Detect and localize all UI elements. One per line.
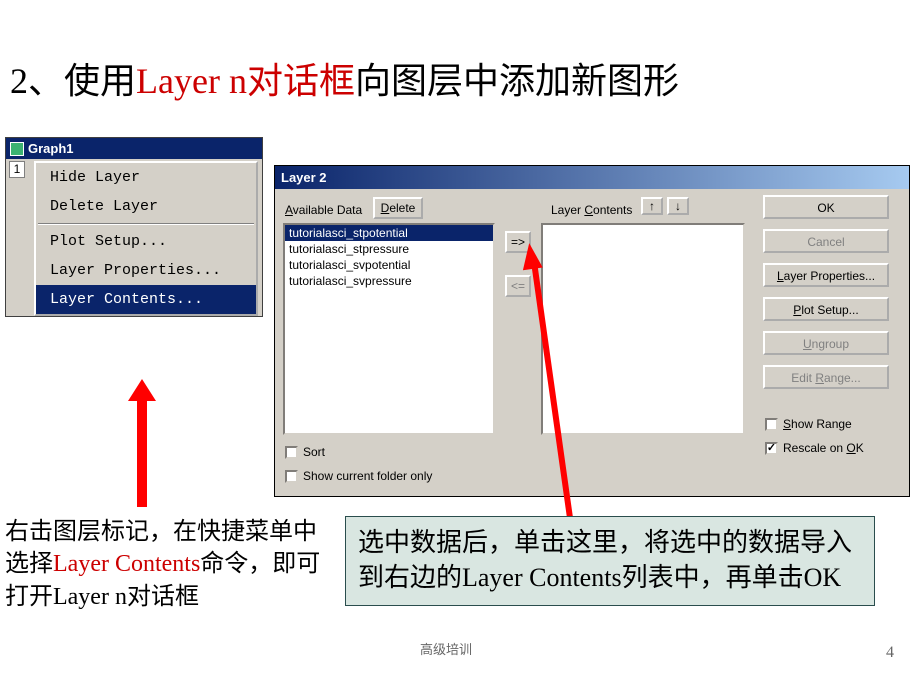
layer-tab[interactable]: 1: [9, 161, 25, 178]
layer-contents-label: Layer Contents: [551, 203, 632, 217]
menu-hide-layer[interactable]: Hide Layer: [36, 163, 256, 192]
show-range-label: Show Range: [783, 417, 852, 431]
title-red2: 对话框: [247, 61, 355, 101]
cancel-button[interactable]: Cancel: [763, 229, 889, 253]
plot-setup-button[interactable]: Plot Setup...: [763, 297, 889, 321]
context-menu: Hide Layer Delete Layer Plot Setup... La…: [34, 161, 258, 316]
sort-label: Sort: [303, 445, 325, 459]
ungroup-button[interactable]: Ungroup: [763, 331, 889, 355]
delete-button[interactable]: Delete: [373, 197, 423, 219]
arrow-up-stem: [137, 399, 147, 507]
move-down-button[interactable]: ↓: [667, 197, 689, 215]
caption-left: 右击图层标记，在快捷菜单中选择Layer Contents命令，即可打开Laye…: [5, 516, 323, 613]
move-up-button[interactable]: ↑: [641, 197, 663, 215]
folder-checkbox-row[interactable]: Show current folder only: [285, 469, 432, 483]
menu-delete-layer[interactable]: Delete Layer: [36, 192, 256, 221]
folder-label: Show current folder only: [303, 469, 432, 483]
footer-label: 高级培训: [420, 639, 472, 658]
ok-button[interactable]: OK: [763, 195, 889, 219]
layer-properties-button[interactable]: Layer Properties...: [763, 263, 889, 287]
available-listbox[interactable]: tutorialasci_stpotential tutorialasci_st…: [283, 223, 495, 435]
graph-title: Graph1: [28, 141, 74, 156]
arrow-up-icon: [128, 379, 156, 401]
folder-checkbox[interactable]: [285, 470, 298, 483]
caption-right: 选中数据后，单击这里，将选中的数据导入到右边的Layer Contents列表中…: [345, 516, 875, 606]
dialog-body: Available Data Delete Layer Contents ↑ ↓…: [275, 189, 909, 495]
list-item[interactable]: tutorialasci_svpressure: [285, 273, 493, 289]
dialog-titlebar: Layer 2: [275, 166, 909, 189]
sort-checkbox-row[interactable]: Sort: [285, 445, 325, 459]
menu-plot-setup[interactable]: Plot Setup...: [36, 227, 256, 256]
list-item[interactable]: tutorialasci_stpotential: [285, 225, 493, 241]
rescale-label: Rescale on OK: [783, 441, 864, 455]
list-item[interactable]: tutorialasci_svpotential: [285, 257, 493, 273]
remove-button[interactable]: <=: [505, 275, 531, 297]
caption-left-red: Layer Contents: [53, 551, 200, 577]
caption-right-text: 选中数据后，单击这里，将选中的数据导入到右边的Layer Contents列表中…: [358, 528, 852, 592]
menu-layer-contents[interactable]: Layer Contents...: [36, 285, 256, 314]
menu-separator: [38, 223, 254, 225]
page-number: 4: [886, 644, 894, 662]
list-item[interactable]: tutorialasci_stpressure: [285, 241, 493, 257]
show-range-checkbox-row[interactable]: Show Range: [765, 417, 852, 431]
graph-titlebar: Graph1: [6, 138, 262, 159]
edit-range-button[interactable]: Edit Range...: [763, 365, 889, 389]
rescale-checkbox-row[interactable]: Rescale on OK: [765, 441, 864, 455]
title-suffix: 向图层中添加新图形: [355, 61, 679, 101]
rescale-checkbox[interactable]: [765, 442, 778, 455]
graph-window: Graph1 1 Hide Layer Delete Layer Plot Se…: [5, 137, 263, 317]
contents-listbox[interactable]: [541, 223, 745, 435]
show-range-checkbox[interactable]: [765, 418, 778, 431]
sort-checkbox[interactable]: [285, 446, 298, 459]
available-data-label: Available Data: [285, 203, 362, 217]
menu-layer-properties[interactable]: Layer Properties...: [36, 256, 256, 285]
title-prefix: 2、使用: [10, 61, 136, 101]
graph-icon: [10, 142, 24, 156]
slide-title: 2、使用Layer n对话框向图层中添加新图形: [10, 60, 679, 103]
layer-dialog: Layer 2 Available Data Delete Layer Cont…: [274, 165, 910, 497]
title-red1: Layer n: [136, 61, 247, 101]
